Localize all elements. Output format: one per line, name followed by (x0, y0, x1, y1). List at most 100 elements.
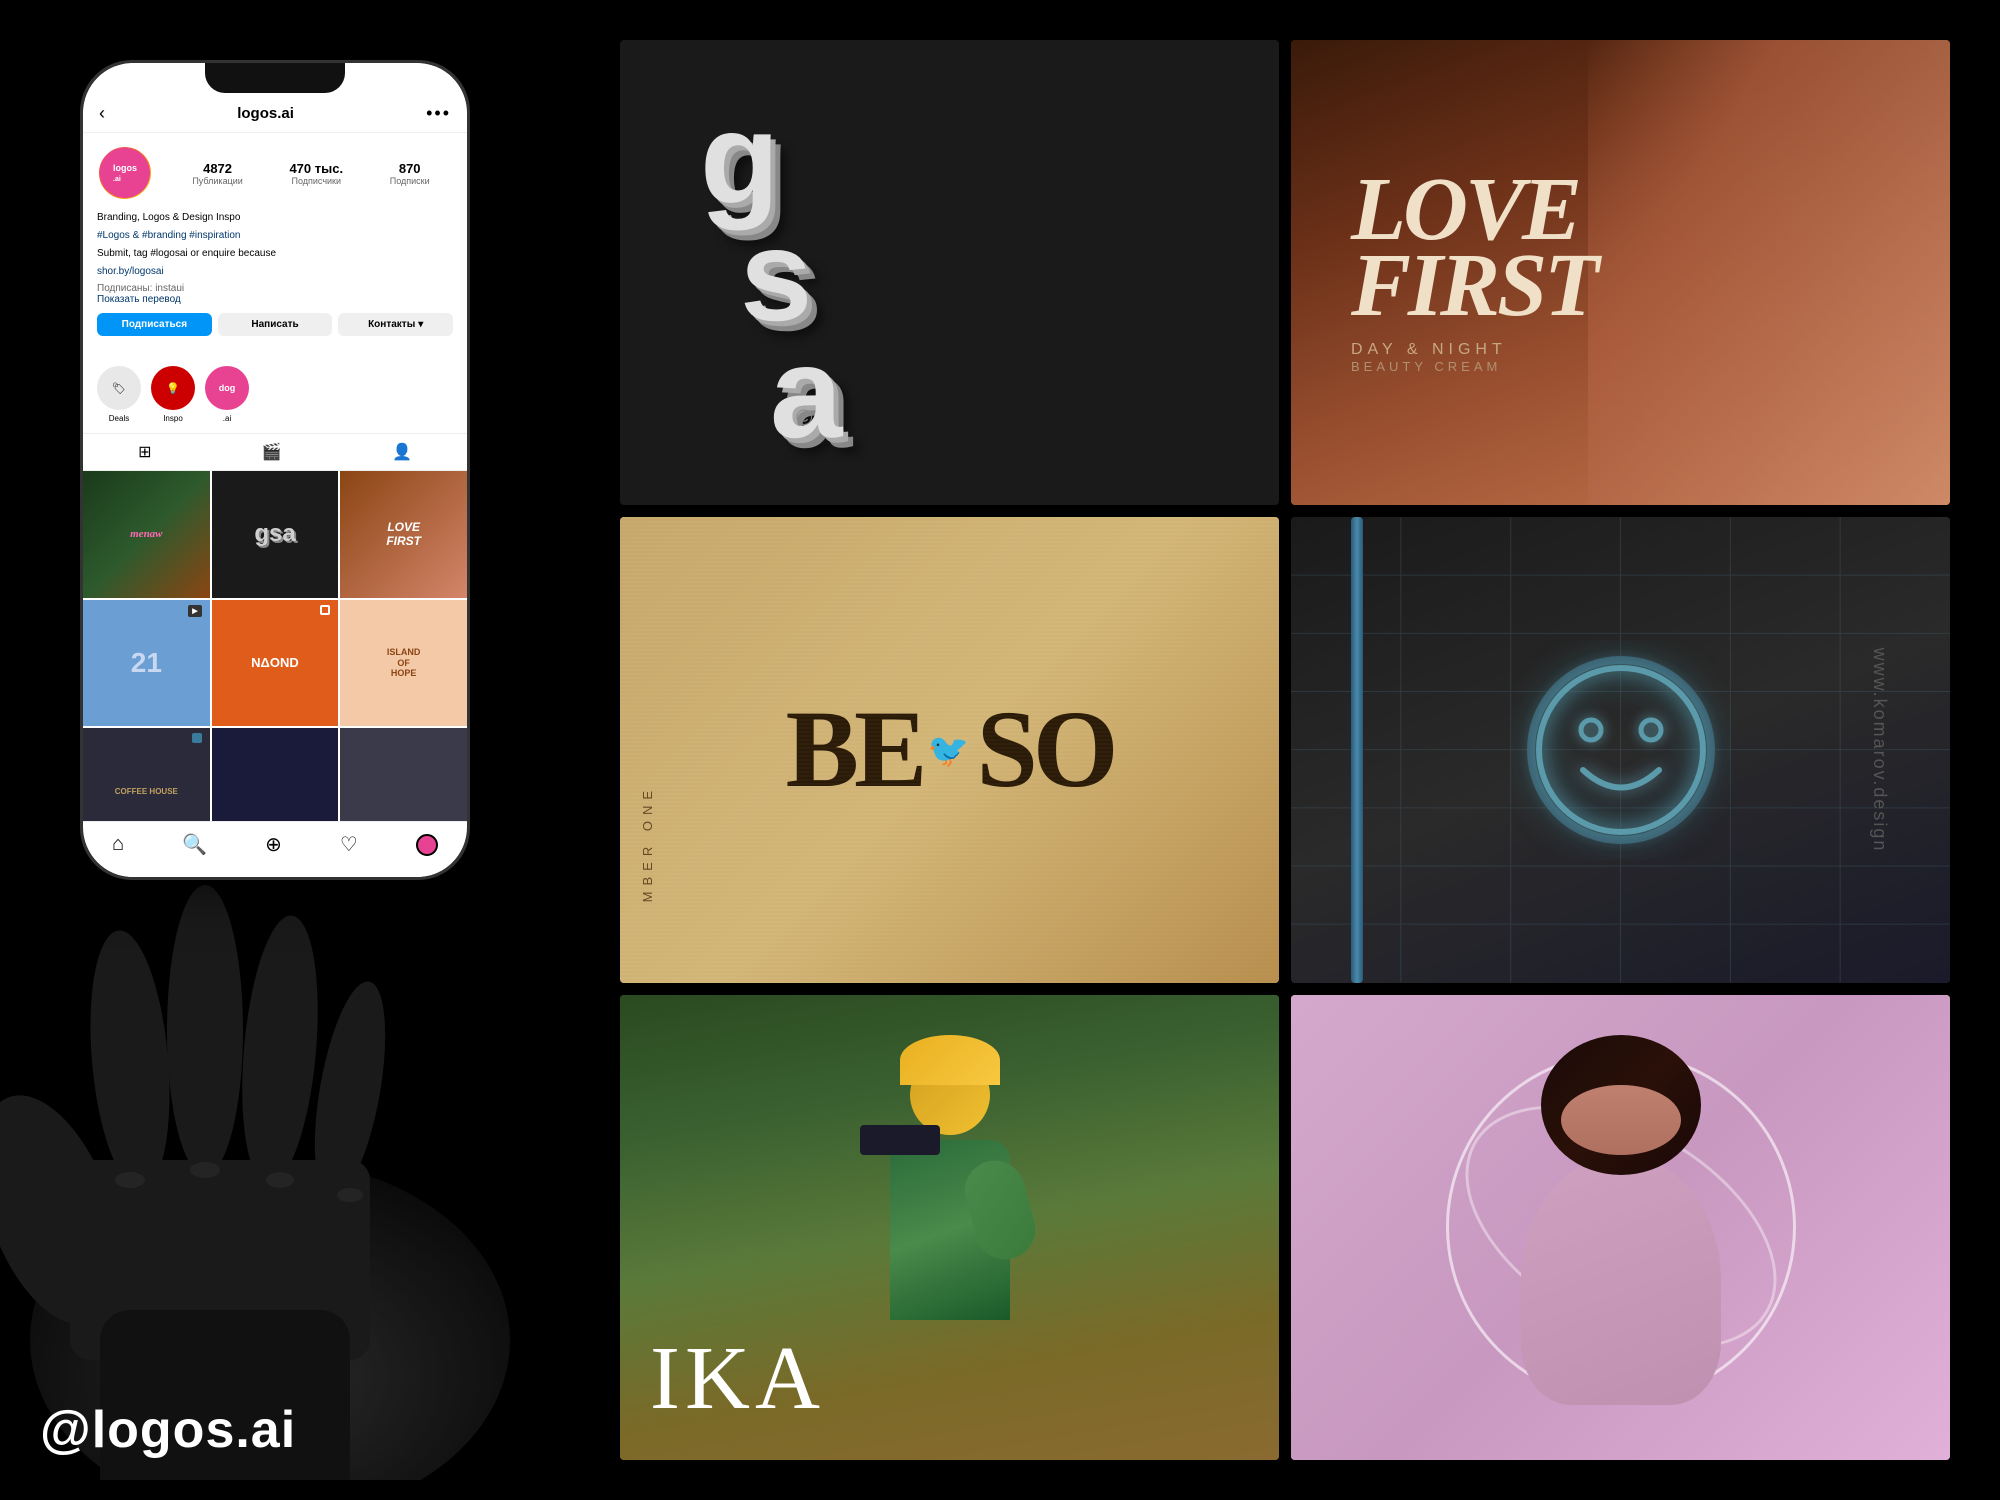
ig-back-button[interactable]: ‹ (99, 103, 105, 124)
love-first-wrapper: LOVEFIRST DAY & NIGHT BEAUTY CREAM (1291, 40, 1950, 505)
ig-story-inspo[interactable]: 💡 Inspo (151, 366, 195, 423)
beso-be: BE (786, 686, 923, 813)
ig-coffee-badge (192, 733, 202, 743)
beso-letters: BE 🐦 SO (786, 686, 1114, 813)
ig-subscribed: Подписаны: instaui (97, 283, 453, 294)
ig-message-button[interactable]: Написать (218, 313, 333, 336)
mask (860, 1125, 940, 1155)
ig-nav-avatar[interactable] (416, 834, 438, 856)
pink-content (1291, 995, 1950, 1460)
ig-grid-cell-island[interactable]: ISLANDOFHOPE (340, 600, 467, 727)
ig-avatar-inner: logos.ai (100, 148, 150, 198)
ig-profile-section: logos.ai 4872 Публикации 470 тыс. Подпис… (83, 133, 467, 356)
instagram-handle: @logos.ai (40, 1400, 296, 1460)
love-first-main-text: LOVEFIRST (1351, 172, 1596, 325)
ig-stats: 4872 Публикации 470 тыс. Подписчики 870 … (169, 161, 453, 186)
ig-stats-row: logos.ai 4872 Публикации 470 тыс. Подпис… (97, 145, 453, 201)
grid-item-love-first: LOVEFIRST DAY & NIGHT BEAUTY CREAM (1291, 40, 1950, 505)
grid-1-content: g s a © (620, 40, 1279, 505)
ika-content: IKA (620, 995, 1279, 1460)
ig-posts-stat: 4872 Публикации (192, 161, 242, 186)
ig-posts-label: Публикации (192, 176, 242, 186)
ig-bio-title: Branding, Logos & Design Inspo (97, 211, 453, 225)
ig-profile-username: logos.ai (237, 105, 294, 122)
ig-home-icon[interactable]: ⌂ (112, 833, 124, 856)
ig-follow-button[interactable]: Подписаться (97, 313, 212, 336)
copyright-symbol: © (796, 405, 812, 431)
ig-cell-love-text: LOVEFIRST (386, 520, 421, 549)
ig-cell-coffee-text: COFFEE HOUSE (115, 787, 178, 797)
ig-bio-submit: Submit, tag #logosai or enquire because (97, 247, 453, 261)
ig-story-ai-circle: dog (205, 366, 249, 410)
ig-cell-menaw-text: menaw (130, 528, 162, 541)
ig-cell-island-text: ISLANDOFHOPE (387, 647, 421, 679)
ig-heart-icon[interactable]: ♡ (340, 832, 358, 857)
ig-followers-stat: 470 тыс. Подписчики (289, 161, 343, 186)
phone-notch (205, 63, 345, 93)
ig-grid-cell-orange[interactable]: NΔOND (212, 600, 339, 727)
ika-text-container: IKA (650, 1327, 825, 1430)
3d-letters-group: g s a © (680, 100, 842, 451)
ig-story-deals-circle: 🏷 (97, 366, 141, 410)
ig-cell-3d-text: gsa (254, 520, 295, 548)
neon-smiley-svg (1511, 640, 1731, 860)
grid-item-3d-letters: g s a © (620, 40, 1279, 505)
ig-contacts-button[interactable]: Контакты ▾ (338, 313, 453, 336)
ig-story-ai[interactable]: dog .ai (205, 366, 249, 423)
grid-item-beso: BE 🐦 SO MBER ONE (620, 517, 1279, 982)
ig-cell-3d-bg: gsa (212, 471, 339, 598)
ig-grid-cell-3d[interactable]: gsa (212, 471, 339, 598)
ig-bottom-nav: ⌂ 🔍 ⊕ ♡ (83, 821, 467, 877)
phone-screen: ‹ logos.ai ••• logos.ai (83, 63, 467, 877)
ig-following-label: Подписки (390, 176, 430, 186)
instagram-app: ‹ logos.ai ••• logos.ai (83, 63, 467, 877)
letter-s: s (740, 217, 842, 334)
ig-grid-cell-love[interactable]: LOVEFIRST (340, 471, 467, 598)
ig-tagged-tab[interactable]: 👤 (392, 442, 412, 462)
ig-bio-link[interactable]: shor.by/logosai (97, 265, 453, 279)
ig-link[interactable]: shor.by/logosai (97, 266, 164, 277)
ig-story-deals[interactable]: 🏷 Deals (97, 366, 141, 423)
ig-options-button[interactable]: ••• (426, 103, 451, 124)
3d-letters-container: g s a © (640, 60, 882, 491)
ig-cell-numbers-bg: 21 ▶ (83, 600, 210, 727)
ig-following-stat: 870 Подписки (390, 161, 430, 186)
ig-search-icon[interactable]: 🔍 (182, 832, 207, 857)
beso-bird-icon: 🐦 (925, 727, 974, 774)
grid-item-pink-woman (1291, 995, 1950, 1460)
beso-content: BE 🐦 SO MBER ONE (620, 517, 1279, 982)
ig-cell-island-bg: ISLANDOFHOPE (340, 600, 467, 727)
love-first-beauty-cream: BEAUTY CREAM (1351, 359, 1507, 374)
ig-reels-tab[interactable]: 🎬 (262, 442, 282, 462)
ig-followers-label: Подписчики (289, 176, 343, 186)
arm-ika (958, 1154, 1042, 1266)
right-image-grid: g s a © LOVEFIRST DAY & NIGHT (620, 40, 1950, 1460)
ika-text: IKA (650, 1329, 825, 1428)
ig-story-inspo-circle: 💡 (151, 366, 195, 410)
letter-g: g (700, 100, 842, 217)
grid-item-ika: IKA (620, 995, 1279, 1460)
love-first-subtitle-group: DAY & NIGHT BEAUTY CREAM (1351, 341, 1507, 374)
afro-hair (1541, 1035, 1701, 1175)
ig-grid-cell-numbers[interactable]: 21 ▶ (83, 600, 210, 727)
ig-translate[interactable]: Показать перевод (97, 294, 453, 305)
beso-vertical-text: MBER ONE (640, 785, 655, 902)
beso-so: SO (977, 686, 1114, 813)
grid-item-neon-smiley (1291, 517, 1950, 982)
ig-cell-numbers-text: 21 (131, 646, 162, 680)
letter-a: a (770, 334, 842, 451)
phone-mockup-container: ‹ logos.ai ••• logos.ai (30, 40, 550, 1460)
ig-grid-tab[interactable]: ⊞ (138, 442, 151, 462)
ig-add-icon[interactable]: ⊕ (265, 832, 282, 857)
ig-tabs: ⊞ 🎬 👤 (83, 434, 467, 471)
woman-figure (1521, 1035, 1721, 1405)
person-body-ika (890, 1140, 1010, 1320)
headwrap (910, 1055, 990, 1135)
ig-story-deals-label: Deals (109, 414, 129, 423)
ig-grid-cell-menaw[interactable]: menaw (83, 471, 210, 598)
ig-posts-count: 4872 (192, 161, 242, 176)
ig-contacts-label: Контакты (368, 319, 415, 330)
ig-story-ai-label: .ai (223, 414, 231, 423)
ig-cell-orange-text: NΔOND (251, 655, 299, 671)
ig-bio-hashtags: #Logos & #branding #inspiration (97, 229, 453, 243)
